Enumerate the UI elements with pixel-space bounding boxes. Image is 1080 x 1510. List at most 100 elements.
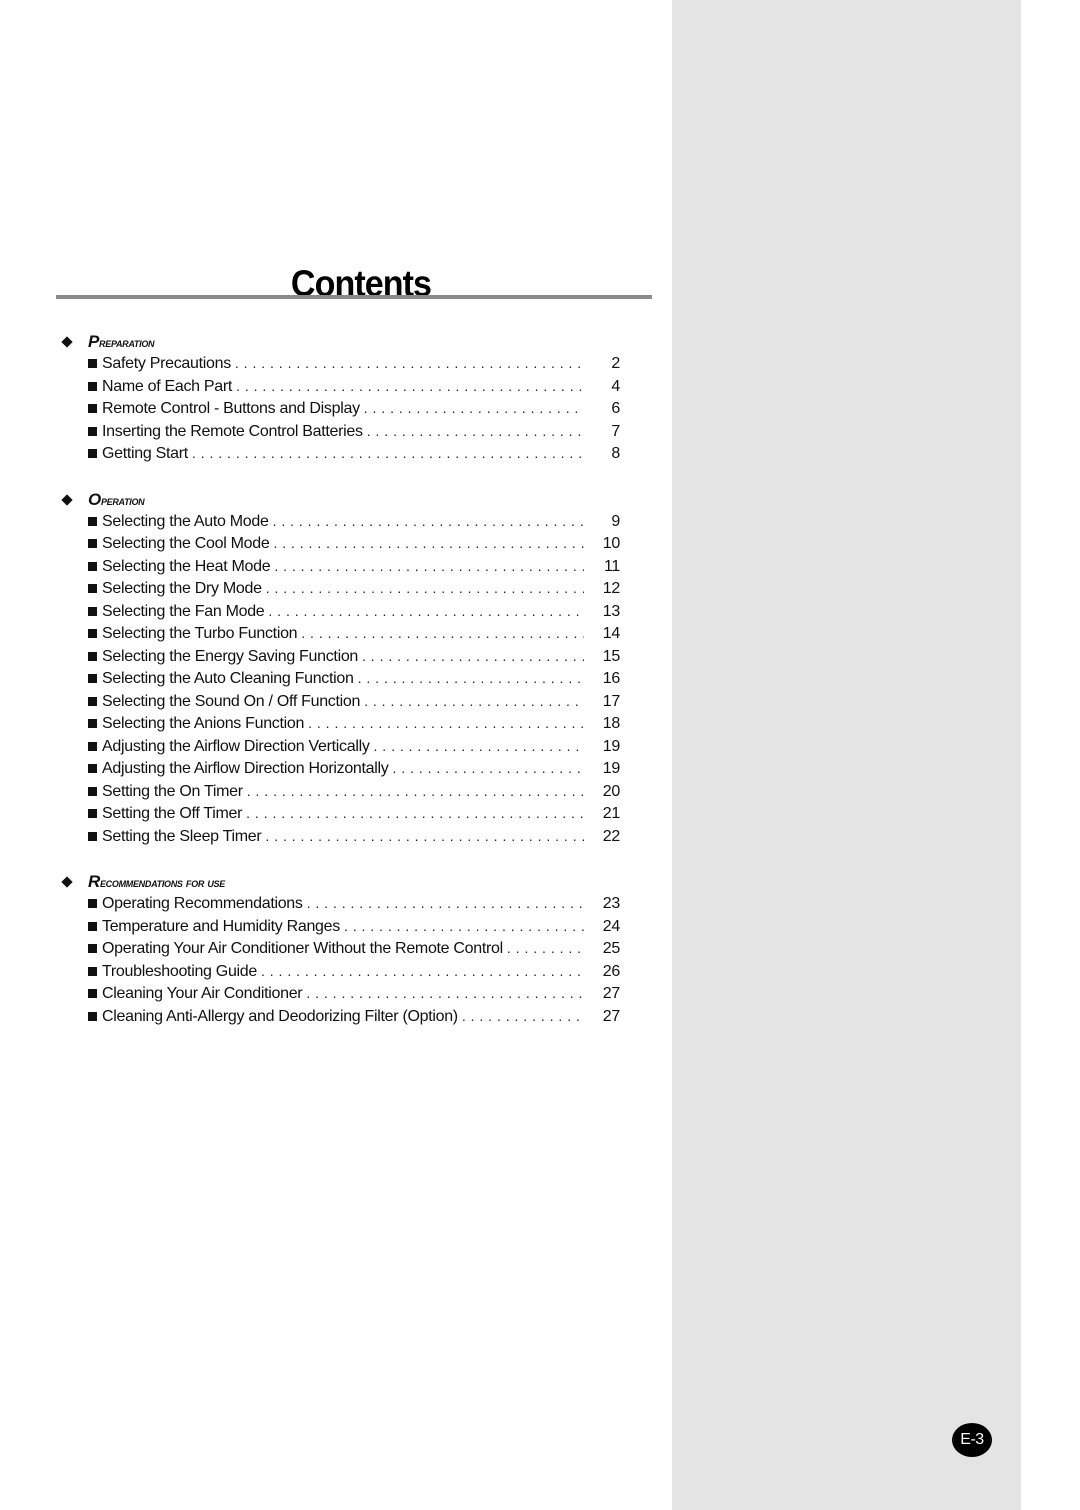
toc-entry[interactable]: Operating Your Air Conditioner Without t… bbox=[88, 940, 620, 963]
entry-page-number: 20 bbox=[602, 782, 621, 800]
entry-title: Temperature and Humidity Ranges bbox=[102, 917, 340, 935]
square-bullet-icon bbox=[88, 651, 97, 661]
dot-leader bbox=[362, 648, 584, 664]
diamond-bullet-icon bbox=[61, 493, 73, 506]
entry-title: Selecting the Cool Mode bbox=[102, 535, 270, 552]
entry-title: Remote Control - Buttons and Display bbox=[102, 400, 360, 417]
toc-entry[interactable]: Selecting the Auto Mode 9 bbox=[88, 513, 620, 536]
toc-entry[interactable]: Selecting the Anions Function 18 bbox=[88, 715, 620, 738]
dot-leader bbox=[367, 423, 584, 439]
entry-title: Setting the On Timer bbox=[102, 782, 243, 800]
entry-page-number: 9 bbox=[611, 512, 620, 530]
square-bullet-icon bbox=[88, 764, 97, 773]
dot-leader bbox=[364, 400, 584, 416]
dot-leader bbox=[265, 828, 584, 844]
toc-entry[interactable]: Temperature and Humidity Ranges 24 bbox=[88, 918, 620, 941]
entry-title: Name of Each Part bbox=[102, 377, 233, 395]
section-label: Operation bbox=[88, 489, 145, 509]
toc-entry[interactable]: Setting the Off Timer 21 bbox=[88, 805, 620, 828]
dot-leader bbox=[306, 985, 584, 1001]
entry-title: Troubleshooting Guide bbox=[102, 962, 257, 980]
toc-entry[interactable]: Remote Control - Buttons and Display 6 bbox=[88, 400, 620, 423]
toc-entry[interactable]: Setting the On Timer 20 bbox=[88, 783, 620, 806]
entry-page-number: 14 bbox=[602, 625, 621, 642]
dot-leader bbox=[261, 963, 584, 979]
dot-leader bbox=[358, 670, 584, 686]
dot-leader bbox=[393, 760, 585, 776]
dot-leader bbox=[344, 918, 584, 934]
toc-entry[interactable]: Selecting the Dry Mode 12 bbox=[88, 580, 620, 603]
entry-title: Selecting the Anions Function bbox=[102, 715, 305, 732]
entry-page-number: 23 bbox=[602, 895, 621, 912]
toc-section: Preparation Safety Precautions 2 Name of Ea… bbox=[60, 330, 620, 468]
page-number-badge: E-3 bbox=[952, 1423, 992, 1457]
toc-entry[interactable]: Selecting the Cool Mode 10 bbox=[88, 535, 620, 558]
dot-leader bbox=[273, 535, 584, 551]
square-bullet-icon bbox=[88, 899, 97, 908]
square-bullet-icon bbox=[88, 966, 97, 976]
dot-leader bbox=[507, 940, 584, 956]
entry-page-number: 27 bbox=[602, 985, 621, 1002]
toc-entry[interactable]: Selecting the Turbo Function 14 bbox=[88, 625, 620, 648]
toc-entry[interactable]: Selecting the Energy Saving Function 15 bbox=[88, 648, 620, 671]
diamond-bullet-icon bbox=[61, 876, 73, 888]
side-panel bbox=[672, 0, 1021, 1510]
entry-page-number: 19 bbox=[602, 737, 621, 755]
toc-entry[interactable]: Selecting the Sound On / Off Function 17 bbox=[88, 693, 620, 716]
toc-entry[interactable]: Cleaning Anti-Allergy and Deodorizing Fi… bbox=[88, 1008, 620, 1031]
entry-page-number: 8 bbox=[611, 445, 620, 462]
entry-page-number: 24 bbox=[602, 917, 621, 935]
square-bullet-icon bbox=[88, 359, 97, 368]
toc-entry[interactable]: Safety Precautions 2 bbox=[88, 355, 620, 378]
toc-entry[interactable]: Adjusting the Airflow Direction Horizont… bbox=[88, 760, 620, 783]
dot-leader bbox=[274, 558, 584, 574]
section-heading: Preparation bbox=[60, 330, 620, 354]
dot-leader bbox=[374, 738, 584, 754]
toc-entry[interactable]: Adjusting the Airflow Direction Vertical… bbox=[88, 738, 620, 761]
square-bullet-icon bbox=[88, 561, 97, 571]
toc-entry[interactable]: Cleaning Your Air Conditioner 27 bbox=[88, 985, 620, 1008]
square-bullet-icon bbox=[88, 831, 97, 841]
entry-page-number: 10 bbox=[602, 535, 621, 552]
square-bullet-icon bbox=[88, 404, 97, 413]
entry-title: Setting the Sleep Timer bbox=[102, 827, 262, 845]
section-label: Recommendations for use bbox=[88, 872, 225, 891]
section-label: Preparation bbox=[88, 332, 155, 351]
entry-title: Adjusting the Airflow Direction Horizont… bbox=[102, 760, 389, 777]
toc-entry[interactable]: Selecting the Heat Mode 11 bbox=[88, 558, 620, 581]
dot-leader bbox=[236, 378, 584, 394]
toc-section: Recommendations for use Operating Recomme… bbox=[60, 870, 620, 1030]
entry-title: Selecting the Auto Cleaning Function bbox=[102, 670, 354, 687]
toc-entry[interactable]: Setting the Sleep Timer 22 bbox=[88, 828, 620, 851]
entry-page-number: 27 bbox=[602, 1007, 621, 1025]
entry-title: Selecting the Dry Mode bbox=[102, 580, 262, 597]
table-of-contents: Preparation Safety Precautions 2 Name of Ea… bbox=[60, 330, 620, 1030]
square-bullet-icon bbox=[88, 989, 97, 998]
entry-list: Operating Recommendations 23 Temperature a… bbox=[88, 895, 620, 1030]
toc-entry[interactable]: Operating Recommendations 23 bbox=[88, 895, 620, 918]
entry-title: Selecting the Fan Mode bbox=[102, 602, 265, 620]
title-divider bbox=[56, 295, 652, 299]
toc-entry[interactable]: Selecting the Auto Cleaning Function 16 bbox=[88, 670, 620, 693]
entry-page-number: 16 bbox=[602, 670, 621, 687]
toc-entry[interactable]: Name of Each Part 4 bbox=[88, 378, 620, 401]
dot-leader bbox=[192, 445, 584, 461]
entry-title: Setting the Off Timer bbox=[102, 805, 243, 822]
entry-page-number: 4 bbox=[611, 377, 620, 395]
square-bullet-icon bbox=[88, 426, 97, 436]
square-bullet-icon bbox=[88, 809, 97, 818]
toc-entry[interactable]: Selecting the Fan Mode 13 bbox=[88, 603, 620, 626]
square-bullet-icon bbox=[88, 449, 97, 458]
entry-title: Operating Recommendations bbox=[102, 895, 303, 912]
entry-page-number: 25 bbox=[602, 940, 621, 957]
entry-title: Operating Your Air Conditioner Without t… bbox=[102, 940, 503, 957]
dot-leader bbox=[301, 625, 584, 641]
entry-title: Adjusting the Airflow Direction Vertical… bbox=[102, 737, 370, 755]
toc-entry[interactable]: Getting Start 8 bbox=[88, 445, 620, 468]
entry-page-number: 22 bbox=[602, 827, 621, 845]
toc-entry[interactable]: Inserting the Remote Control Batteries 7 bbox=[88, 423, 620, 446]
toc-entry[interactable]: Troubleshooting Guide 26 bbox=[88, 963, 620, 986]
entry-title: Inserting the Remote Control Batteries bbox=[102, 422, 363, 440]
